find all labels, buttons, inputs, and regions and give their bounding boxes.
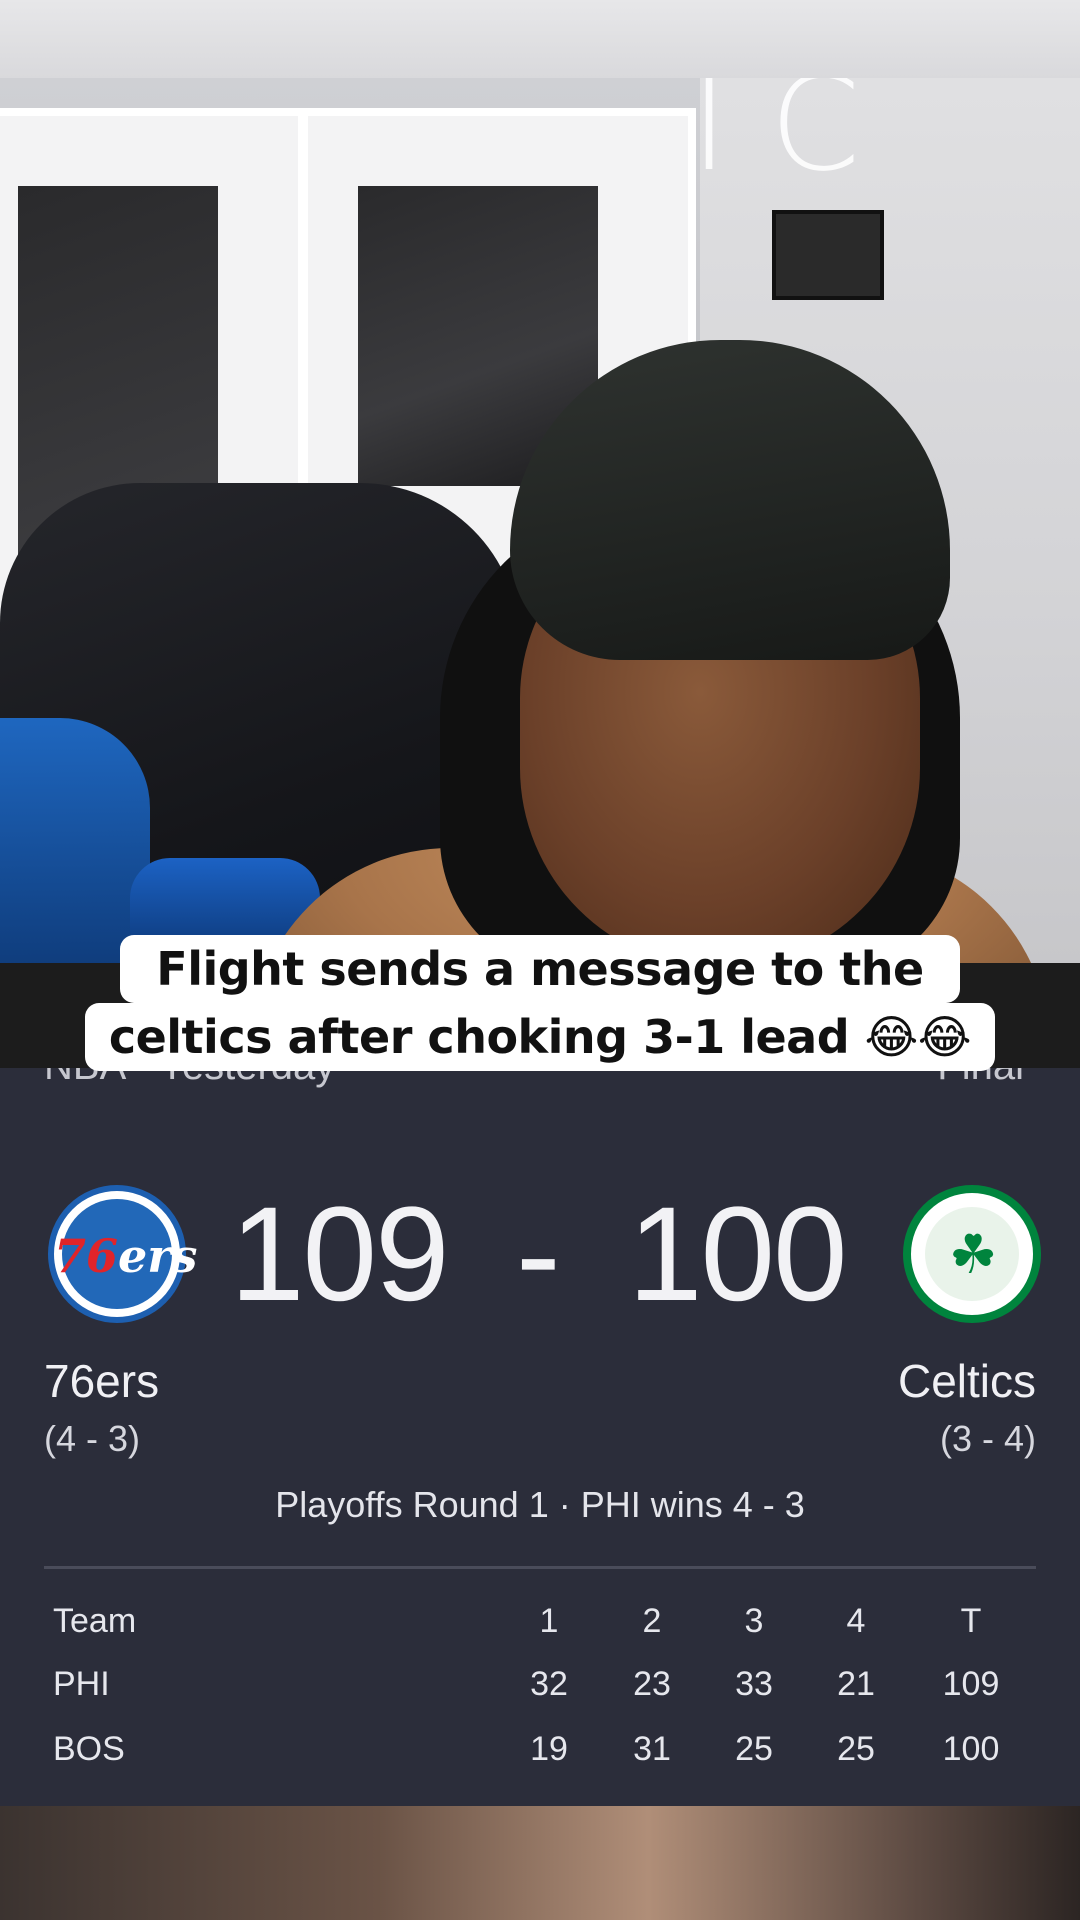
video-caption: Flight sends a message to the celtics af… bbox=[0, 935, 1080, 1071]
video-frame: I C bbox=[0, 78, 1080, 963]
header-team: Team bbox=[53, 1602, 137, 1640]
game-status: Final bbox=[937, 1068, 1024, 1089]
header-q4: 4 bbox=[846, 1602, 866, 1640]
header-q1: 1 bbox=[539, 1602, 559, 1640]
series-info: Playoffs Round 1 · PHI wins 4 - 3 bbox=[275, 1484, 805, 1525]
celtics-leprechaun-icon[interactable]: ☘ bbox=[903, 1185, 1041, 1323]
header-q3: 3 bbox=[744, 1602, 764, 1640]
wall-frame bbox=[772, 210, 884, 300]
row-q4: 21 bbox=[837, 1665, 875, 1703]
caption-line-2: celtics after choking 3-1 lead 😂😂 bbox=[84, 1003, 996, 1071]
neon-sign: I C bbox=[690, 78, 861, 200]
divider bbox=[44, 1566, 1036, 1569]
home-team-record: (4 - 3) bbox=[44, 1418, 141, 1459]
league-date: NBA · Yesterday bbox=[44, 1068, 335, 1089]
table-row: PHI 32 23 33 21 109 bbox=[53, 1665, 1033, 1715]
row-q2: 31 bbox=[633, 1730, 671, 1768]
header-total: T bbox=[960, 1602, 982, 1640]
row-q2: 23 bbox=[633, 1665, 671, 1703]
header-q2: 2 bbox=[642, 1602, 662, 1640]
row-total: 100 bbox=[942, 1730, 1000, 1768]
row-q3: 33 bbox=[735, 1665, 773, 1703]
row-q4: 25 bbox=[837, 1730, 875, 1768]
table-row: BOS 19 31 25 25 100 bbox=[53, 1730, 1033, 1780]
row-team: PHI bbox=[53, 1665, 110, 1703]
away-score: 100 bbox=[628, 1180, 848, 1329]
sixers-logo-icon[interactable]: 76ers bbox=[48, 1185, 197, 1323]
row-team: BOS bbox=[53, 1730, 125, 1768]
home-score: 109 bbox=[230, 1180, 450, 1329]
row-q3: 25 bbox=[735, 1730, 773, 1768]
score-separator: - bbox=[516, 1180, 561, 1329]
box-score-header: Team 1 2 3 4 T bbox=[53, 1602, 1033, 1652]
home-team-name[interactable]: 76ers bbox=[44, 1354, 159, 1408]
bottom-blur-strip bbox=[0, 1806, 1080, 1920]
scorecard: NBA · Yesterday Final 76ers 109 - 100 ☘ … bbox=[0, 1068, 1080, 1806]
top-blur-strip bbox=[0, 0, 1080, 78]
row-q1: 19 bbox=[530, 1730, 568, 1768]
caption-line-1: Flight sends a message to the bbox=[120, 935, 960, 1003]
gaming-chair-accent bbox=[0, 718, 150, 963]
row-q1: 32 bbox=[530, 1665, 568, 1703]
row-total: 109 bbox=[942, 1665, 1000, 1703]
away-team-name[interactable]: Celtics bbox=[898, 1354, 1036, 1408]
away-team-record: (3 - 4) bbox=[939, 1418, 1036, 1459]
